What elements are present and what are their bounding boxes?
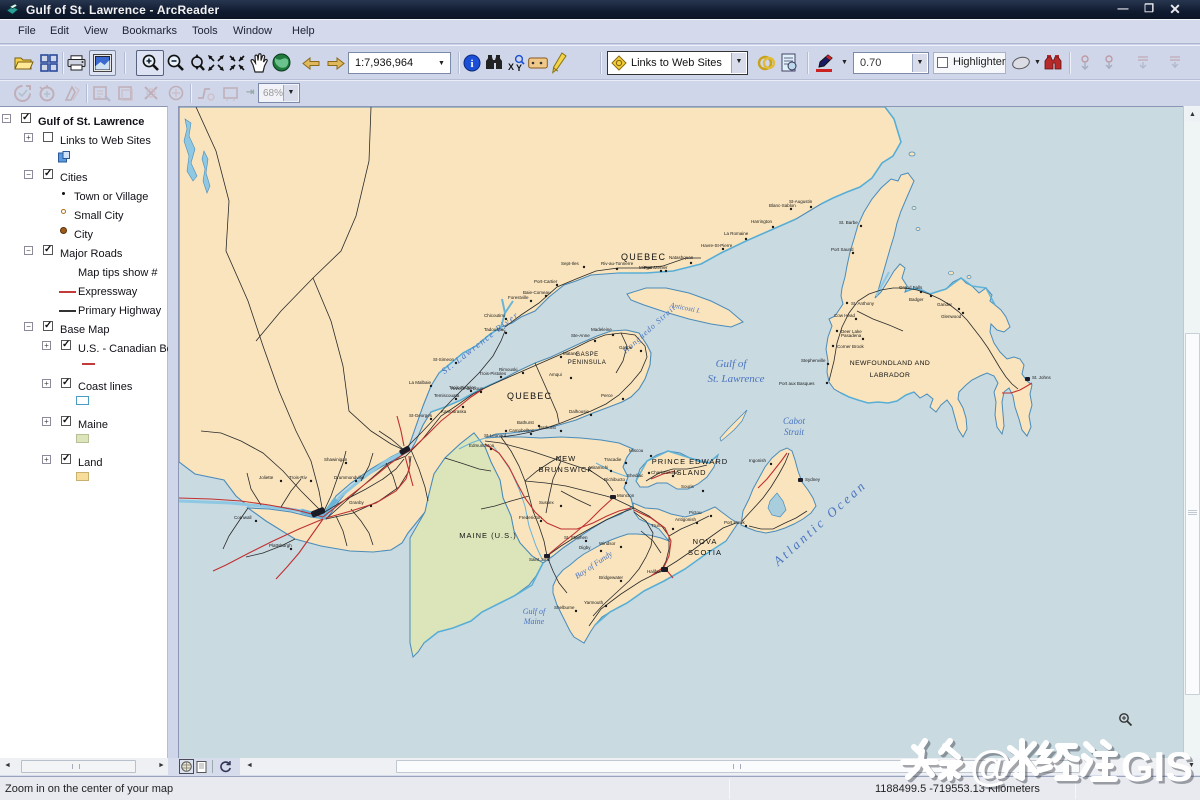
svg-text:Perce: Perce <box>601 393 613 398</box>
svg-text:Port aux Basques: Port aux Basques <box>779 381 815 386</box>
svg-text:Shelburne: Shelburne <box>554 605 575 610</box>
svg-text:Drummondville: Drummondville <box>334 475 365 480</box>
svg-text:Miscou: Miscou <box>629 448 644 453</box>
svg-text:Saint John: Saint John <box>529 557 551 562</box>
svg-text:Strait: Strait <box>784 427 805 437</box>
svg-text:PRINCE EDWARD: PRINCE EDWARD <box>652 457 728 466</box>
svg-text:PENINSULA: PENINSULA <box>568 360 607 366</box>
svg-text:Natashquan: Natashquan <box>669 255 694 260</box>
svg-text:Ingonish: Ingonish <box>749 458 767 463</box>
svg-text:St-Georges: St-Georges <box>409 413 433 418</box>
svg-text:Temiscouata: Temiscouata <box>434 393 460 398</box>
svg-text:Port-Cartier: Port-Cartier <box>534 279 558 284</box>
svg-text:Y: Y <box>516 63 522 72</box>
svg-text:Matane: Matane <box>563 351 579 356</box>
svg-text:Maine: Maine <box>523 617 545 626</box>
svg-text:Richibucto: Richibucto <box>604 477 626 482</box>
svg-text:Deer Lake: Deer Lake <box>841 329 862 334</box>
svg-text:Sydney: Sydney <box>805 477 821 482</box>
svg-text:Bridgewater: Bridgewater <box>599 575 624 580</box>
svg-text:Kamouraska: Kamouraska <box>441 409 467 414</box>
svg-text:GIS: GIS <box>1121 743 1193 790</box>
svg-text:Trois-Pistoles: Trois-Pistoles <box>479 371 507 376</box>
svg-text:X: X <box>508 62 514 72</box>
svg-text:NEWFOUNDLAND AND: NEWFOUNDLAND AND <box>850 360 930 367</box>
svg-text:Gulf of: Gulf of <box>523 607 547 616</box>
svg-text:i: i <box>470 58 473 70</box>
svg-text:Digby: Digby <box>579 545 591 550</box>
svg-text:Miramichi: Miramichi <box>589 465 608 470</box>
svg-text:Sept-Iles: Sept-Iles <box>561 261 580 266</box>
svg-text:Badger: Badger <box>909 297 924 302</box>
svg-text:Halifax: Halifax <box>647 569 662 574</box>
svg-text:Cabot: Cabot <box>783 416 806 426</box>
svg-text:Baie-Comeau: Baie-Comeau <box>523 290 551 295</box>
svg-text:QUEBEC: QUEBEC <box>507 391 552 401</box>
svg-text:Charlottetown: Charlottetown <box>651 470 679 475</box>
svg-text:Yarmouth: Yarmouth <box>584 600 604 605</box>
svg-text:Port Saund: Port Saund <box>831 247 854 252</box>
svg-text:Havre-St-Pierre: Havre-St-Pierre <box>701 243 733 248</box>
svg-text:La Malbaie: La Malbaie <box>409 380 432 385</box>
svg-text:Granby: Granby <box>349 500 365 505</box>
svg-text:Campbellton: Campbellton <box>509 428 535 433</box>
svg-text:Ste-Anne: Ste-Anne <box>571 333 590 338</box>
svg-text:Madeleine: Madeleine <box>591 327 612 332</box>
svg-text:Pictou: Pictou <box>689 510 702 515</box>
svg-text:Joliette: Joliette <box>259 475 274 480</box>
svg-text:Bathurst: Bathurst <box>517 420 535 425</box>
svg-text:Stephenville: Stephenville <box>801 358 826 363</box>
svg-text:Moncton: Moncton <box>617 493 635 498</box>
svg-text:Fredericton: Fredericton <box>519 515 542 520</box>
svg-text:St. Stephen: St. Stephen <box>564 535 588 540</box>
svg-text:Gulf of: Gulf of <box>716 358 749 370</box>
svg-text:Truro: Truro <box>651 523 662 528</box>
svg-text:Forestville: Forestville <box>508 295 529 300</box>
svg-text:St-Simeon: St-Simeon <box>433 357 455 362</box>
svg-text:Edmundston: Edmundston <box>469 443 495 448</box>
svg-text:St. Johns: St. Johns <box>1032 375 1052 380</box>
svg-text:Bathurst: Bathurst <box>539 425 557 430</box>
svg-text:NEW: NEW <box>556 454 577 463</box>
svg-text:Blanc-Sablon: Blanc-Sablon <box>769 203 796 208</box>
svg-text:La Romaine: La Romaine <box>724 231 749 236</box>
svg-text:St. Barbe: St. Barbe <box>839 220 858 225</box>
svg-text:Riv-au-Tonnerre: Riv-au-Tonnerre <box>601 261 634 266</box>
svg-text:Sussex: Sussex <box>539 500 555 505</box>
svg-text:Tadoussac: Tadoussac <box>484 327 506 332</box>
svg-text:Amqui: Amqui <box>549 372 562 377</box>
svg-text:Trois-Pistoles: Trois-Pistoles <box>449 385 477 390</box>
svg-text:St. Lawrence: St. Lawrence <box>707 373 764 385</box>
svg-text:Shediac: Shediac <box>627 473 644 478</box>
svg-text:Windsor: Windsor <box>599 541 616 546</box>
svg-text:SCOTIA: SCOTIA <box>688 548 722 557</box>
svg-text:NOVA: NOVA <box>693 537 718 546</box>
svg-text:MAINE (U.S.): MAINE (U.S.) <box>459 531 516 540</box>
svg-text:Antigonish: Antigonish <box>675 517 697 522</box>
svg-text:LABRADOR: LABRADOR <box>870 372 911 379</box>
svg-text:Port Hawk: Port Hawk <box>724 520 746 525</box>
svg-text:Glenwood: Glenwood <box>941 314 962 319</box>
svg-text:Grand Falls: Grand Falls <box>899 285 923 290</box>
svg-text:Corner Brook: Corner Brook <box>837 344 865 349</box>
svg-text:St-Leonard: St-Leonard <box>484 433 507 438</box>
svg-text:Trois-Riv: Trois-Riv <box>289 475 308 480</box>
svg-text:Gander: Gander <box>937 302 953 307</box>
svg-text:Shawinigan: Shawinigan <box>324 457 348 462</box>
svg-text:Chicoutimi: Chicoutimi <box>484 313 505 318</box>
svg-text:GASPE: GASPE <box>575 352 598 358</box>
svg-text:Cow Head: Cow Head <box>834 313 856 318</box>
svg-text:St. Anthony: St. Anthony <box>851 301 875 306</box>
svg-text:Harrington: Harrington <box>751 219 773 224</box>
svg-text:Plattsburgh: Plattsburgh <box>269 543 292 548</box>
svg-text:Tracadie: Tracadie <box>604 457 622 462</box>
svg-text:Port-Menier: Port-Menier <box>644 265 668 270</box>
svg-text:Cornwall: Cornwall <box>234 515 252 520</box>
svg-text:Dalhousie: Dalhousie <box>569 409 590 414</box>
svg-text:BRUNSWICK: BRUNSWICK <box>539 465 594 474</box>
svg-text:Souris: Souris <box>681 484 695 489</box>
svg-text:Gaspe: Gaspe <box>619 345 633 350</box>
